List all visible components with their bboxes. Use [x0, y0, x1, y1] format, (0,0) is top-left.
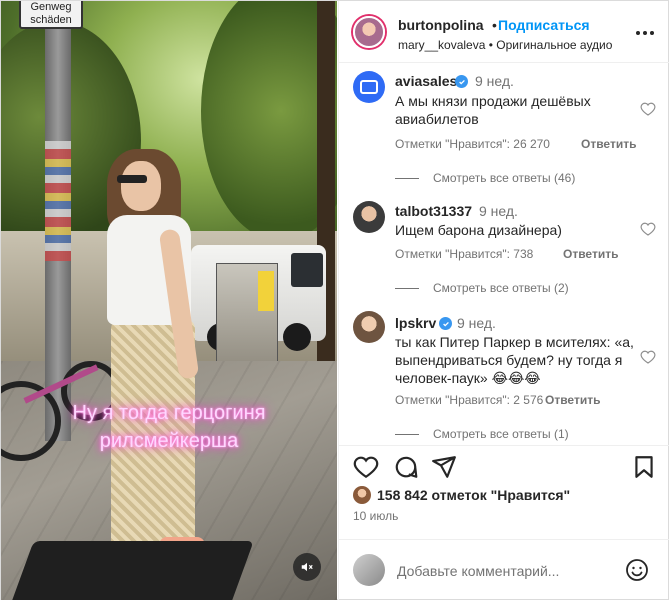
share-icon[interactable] — [431, 454, 457, 480]
author-username[interactable]: burtonpolina — [398, 17, 484, 33]
post-side-panel: burtonpolina • Подписаться mary__kovalev… — [338, 1, 669, 600]
commenter-avatar[interactable] — [353, 201, 385, 233]
speaker-muted-icon — [301, 562, 313, 572]
video-caption-line-2: рилсмейкерша — [99, 430, 239, 452]
view-replies-button[interactable]: Смотреть все ответы (46) — [395, 171, 575, 185]
comment-like-count[interactable]: Отметки "Нравится": 738 — [395, 247, 533, 261]
post-date[interactable]: 10 июль — [353, 509, 398, 523]
video-caption-line-1: Ну я тогда герцогиня — [72, 402, 266, 424]
heart-outline-icon[interactable] — [640, 101, 656, 117]
post-actions-bar — [339, 445, 669, 485]
comment-username[interactable]: aviasales — [395, 73, 457, 89]
likes-count: 158 842 отметок "Нравится" — [377, 487, 571, 503]
verified-badge-icon — [455, 75, 468, 88]
header-separator: • — [492, 17, 497, 33]
video-frame: Genweg schäden — [1, 1, 337, 600]
more-horizontal-icon[interactable] — [633, 23, 657, 43]
view-replies-button[interactable]: Смотреть все ответы (2) — [395, 281, 569, 295]
comment-like-count[interactable]: Отметки "Нравится": 26 270 — [395, 137, 550, 151]
author-avatar[interactable] — [353, 16, 385, 48]
audio-subtitle[interactable]: mary__kovaleva • Оригинальное аудио — [398, 38, 638, 52]
reply-button[interactable]: Ответить — [545, 393, 600, 407]
add-comment-bar — [339, 539, 669, 599]
mute-toggle-button[interactable] — [293, 553, 321, 581]
comment-time[interactable]: 9 нед. — [457, 315, 496, 331]
post-header: burtonpolina • Подписаться mary__kovalev… — [339, 1, 669, 63]
reply-button[interactable]: Ответить — [563, 247, 618, 261]
liker-avatar — [353, 486, 371, 504]
street-sign: Genweg schäden — [19, 1, 83, 29]
heart-outline-icon[interactable] — [640, 221, 656, 237]
follow-button[interactable]: Подписаться — [498, 17, 590, 33]
comment-text: ты как Питер Паркер в мсителях: «а, выпе… — [395, 334, 634, 386]
bookmark-icon[interactable] — [631, 454, 657, 480]
comment-input[interactable] — [397, 560, 617, 582]
view-replies-button[interactable]: Смотреть все ответы (1) — [395, 427, 569, 441]
commenter-avatar[interactable] — [353, 71, 385, 103]
comment-text: Ищем барона дизайнера) — [395, 222, 562, 238]
reel-video[interactable]: Genweg schäden Ну я тогда герцогиня рилс… — [1, 1, 337, 600]
likes-summary[interactable]: 158 842 отметок "Нравится" — [353, 485, 570, 505]
current-user-avatar — [353, 554, 385, 586]
comments-list: aviasales 9 нед. А мы князи продажи дешё… — [339, 63, 669, 441]
comment-username[interactable]: talbot31337 — [395, 203, 472, 219]
comment-username[interactable]: lpskrv — [395, 315, 436, 331]
heart-icon[interactable] — [353, 454, 379, 480]
emoji-icon[interactable] — [625, 558, 649, 582]
reply-button[interactable]: Ответить — [581, 137, 636, 151]
post-modal: Genweg schäden Ну я тогда герцогиня рилс… — [0, 0, 669, 600]
verified-badge-icon — [439, 317, 452, 330]
comment-text: А мы князи продажи дешёвых авиабилетов — [395, 93, 591, 127]
heart-outline-icon[interactable] — [640, 349, 656, 365]
comment-icon[interactable] — [393, 454, 419, 480]
commenter-avatar[interactable] — [353, 311, 385, 343]
comment-time[interactable]: 9 нед. — [479, 203, 518, 219]
comment-like-count[interactable]: Отметки "Нравится": 2 576 — [395, 393, 543, 407]
comment-time[interactable]: 9 нед. — [475, 73, 514, 89]
